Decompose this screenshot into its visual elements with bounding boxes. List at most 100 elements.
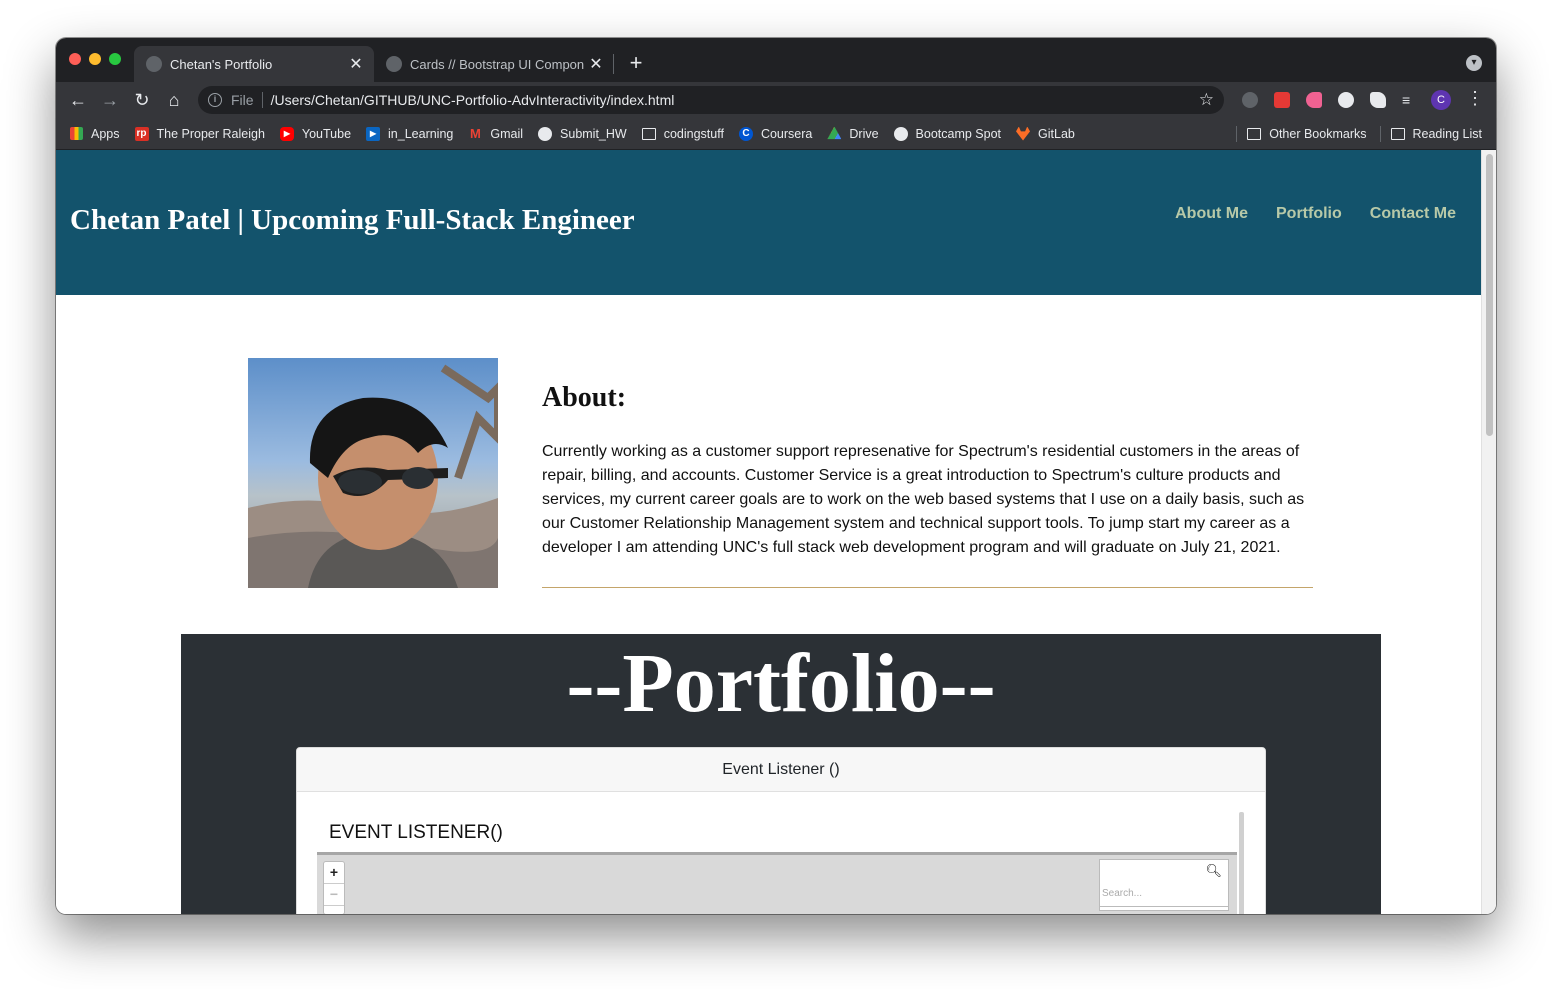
bookmark-apps[interactable]: Apps: [70, 127, 120, 141]
portfolio-title: --Portfolio--: [566, 637, 996, 730]
portfolio-card[interactable]: Event Listener () EVENT LISTENER() + − 🔍…: [296, 747, 1266, 914]
bookmark-label: codingstuff: [663, 126, 724, 141]
map-preview: + − 🔍︎ Search...: [317, 852, 1237, 914]
forward-icon[interactable]: →: [98, 88, 122, 112]
menu-kebab-icon[interactable]: ⋮: [1466, 88, 1484, 109]
folder-icon: [1247, 128, 1262, 140]
card-header: Event Listener (): [297, 748, 1265, 792]
bookmarks-separator: [1379, 126, 1381, 142]
bookmark-label: Coursera: [760, 126, 813, 141]
bookmark-star-icon[interactable]: ☆: [1199, 90, 1214, 110]
folder-icon: [641, 127, 656, 140]
about-heading: About:: [542, 382, 627, 413]
bookmark-drive[interactable]: Drive: [827, 126, 879, 141]
bookmarks-right-group: Other Bookmarks Reading List: [1236, 118, 1483, 150]
address-url[interactable]: /Users/Chetan/GITHUB/UNC-Portfolio-AdvIn…: [271, 92, 1199, 108]
zoom-out-button[interactable]: −: [324, 884, 344, 906]
linkedin-learning-icon: ▶: [366, 126, 381, 141]
preview-scrollbar[interactable]: [1239, 812, 1244, 914]
bookmark-gitlab[interactable]: GitLab: [1016, 126, 1075, 141]
bookmark-label: The Proper Raleigh: [156, 126, 265, 141]
globe-icon: [146, 56, 162, 72]
bookmark-gmail[interactable]: M Gmail: [468, 125, 524, 141]
close-tab-icon[interactable]: ✕: [584, 54, 608, 74]
zoom-in-button[interactable]: +: [324, 862, 344, 884]
globe-icon: [386, 56, 402, 72]
video-extension-icon[interactable]: [1306, 92, 1322, 108]
tab-strip: Chetan's Portfolio ✕ Cards // Bootstrap …: [56, 38, 1496, 82]
tab-separator: [613, 54, 614, 74]
profile-photo-image: [248, 358, 498, 588]
profile-photo: [248, 358, 498, 588]
nav-portfolio[interactable]: Portfolio: [1276, 205, 1342, 223]
page-viewport[interactable]: Chetan Patel | Upcoming Full-Stack Engin…: [56, 150, 1496, 914]
about-divider: [542, 587, 1313, 588]
bookmark-youtube[interactable]: ▶ YouTube: [279, 126, 351, 141]
bookmark-coursera[interactable]: C Coursera: [738, 126, 813, 141]
tab-title: Chetan's Portfolio: [170, 56, 273, 72]
tab-search-icon[interactable]: ▾: [1466, 55, 1482, 71]
reload-icon[interactable]: ↻: [130, 88, 154, 112]
minimize-window-button[interactable]: [89, 53, 101, 65]
site-nav: About Me Portfolio Contact Me: [1147, 205, 1456, 223]
globe-icon: [538, 126, 553, 141]
about-text: Currently working as a customer support …: [542, 443, 1305, 556]
circle-extension-icon[interactable]: [1338, 92, 1354, 108]
red-extension-icon[interactable]: [1274, 92, 1290, 108]
home-icon[interactable]: ⌂: [162, 88, 186, 112]
site-header: Chetan Patel | Upcoming Full-Stack Engin…: [56, 150, 1481, 295]
search-underline: [1100, 906, 1228, 907]
coursera-icon: C: [738, 126, 753, 141]
back-icon[interactable]: ←: [66, 88, 90, 112]
tab-bootstrap-cards[interactable]: Cards // Bootstrap UI Compone ✕: [374, 46, 614, 82]
nav-contact-me[interactable]: Contact Me: [1370, 205, 1456, 223]
scrollbar-thumb[interactable]: [1486, 154, 1493, 436]
address-scheme: File: [231, 92, 254, 108]
gmail-icon: M: [469, 125, 481, 141]
close-tab-icon[interactable]: ✕: [344, 54, 368, 74]
gitlab-icon: [1016, 126, 1031, 141]
tab-chetans-portfolio[interactable]: Chetan's Portfolio ✕: [134, 46, 374, 82]
bookmark-label: Drive: [849, 126, 879, 141]
page-scrollbar[interactable]: [1481, 150, 1496, 914]
bookmark-label: Apps: [91, 126, 120, 141]
bookmarks-separator: [1236, 126, 1238, 142]
bookmark-other-bookmarks[interactable]: Other Bookmarks: [1247, 127, 1367, 141]
bookmark-in-learning[interactable]: ▶ in_Learning: [366, 126, 454, 141]
bookmark-label: in_Learning: [388, 126, 454, 141]
bookmark-label: Other Bookmarks: [1269, 127, 1367, 141]
tab-title: Cards // Bootstrap UI Compone: [410, 56, 584, 72]
address-divider: [261, 92, 263, 108]
bookmark-reading-list[interactable]: Reading List: [1390, 127, 1483, 141]
proper-raleigh-icon: rp: [134, 126, 149, 141]
preview-heading: EVENT LISTENER(): [329, 822, 503, 843]
bookmarks-bar: Apps rp The Proper Raleigh ▶ YouTube ▶ i…: [56, 118, 1496, 150]
bookmark-codingstuff[interactable]: codingstuff: [641, 126, 724, 141]
profile-avatar[interactable]: C: [1431, 90, 1451, 110]
zoom-window-button[interactable]: [109, 53, 121, 65]
map-zoom-control: + −: [323, 861, 345, 914]
address-bar[interactable]: i File /Users/Chetan/GITHUB/UNC-Portfoli…: [198, 86, 1224, 114]
bookmark-label: Bootcamp Spot: [915, 126, 1002, 141]
bookmark-submit-hw[interactable]: Submit_HW: [538, 126, 627, 141]
new-tab-button[interactable]: +: [624, 50, 648, 76]
site-title: Chetan Patel | Upcoming Full-Stack Engin…: [70, 204, 635, 236]
shield-extension-icon[interactable]: [1242, 92, 1258, 108]
nav-about-me[interactable]: About Me: [1175, 205, 1248, 223]
bookmark-bootcamp-spot[interactable]: Bootcamp Spot: [893, 126, 1002, 141]
portfolio-section: --Portfolio-- Event Listener () EVENT LI…: [181, 634, 1381, 914]
media-controls-icon[interactable]: ≡: [1402, 92, 1418, 108]
map-search-input[interactable]: Search...: [1102, 888, 1142, 899]
close-window-button[interactable]: [69, 53, 81, 65]
bookmark-label: Gmail: [490, 126, 524, 141]
puzzle-extensions-icon[interactable]: [1370, 92, 1386, 108]
bookmark-the-proper-raleigh[interactable]: rp The Proper Raleigh: [134, 126, 265, 141]
globe-icon: [893, 126, 908, 141]
search-icon[interactable]: 🔍︎: [1205, 863, 1222, 879]
site-info-icon[interactable]: i: [208, 93, 222, 107]
google-drive-icon: [827, 126, 842, 140]
bookmark-label: Reading List: [1412, 127, 1483, 141]
browser-window: Chetan's Portfolio ✕ Cards // Bootstrap …: [56, 38, 1496, 914]
reading-list-icon: [1390, 128, 1405, 140]
youtube-icon: ▶: [279, 126, 294, 141]
